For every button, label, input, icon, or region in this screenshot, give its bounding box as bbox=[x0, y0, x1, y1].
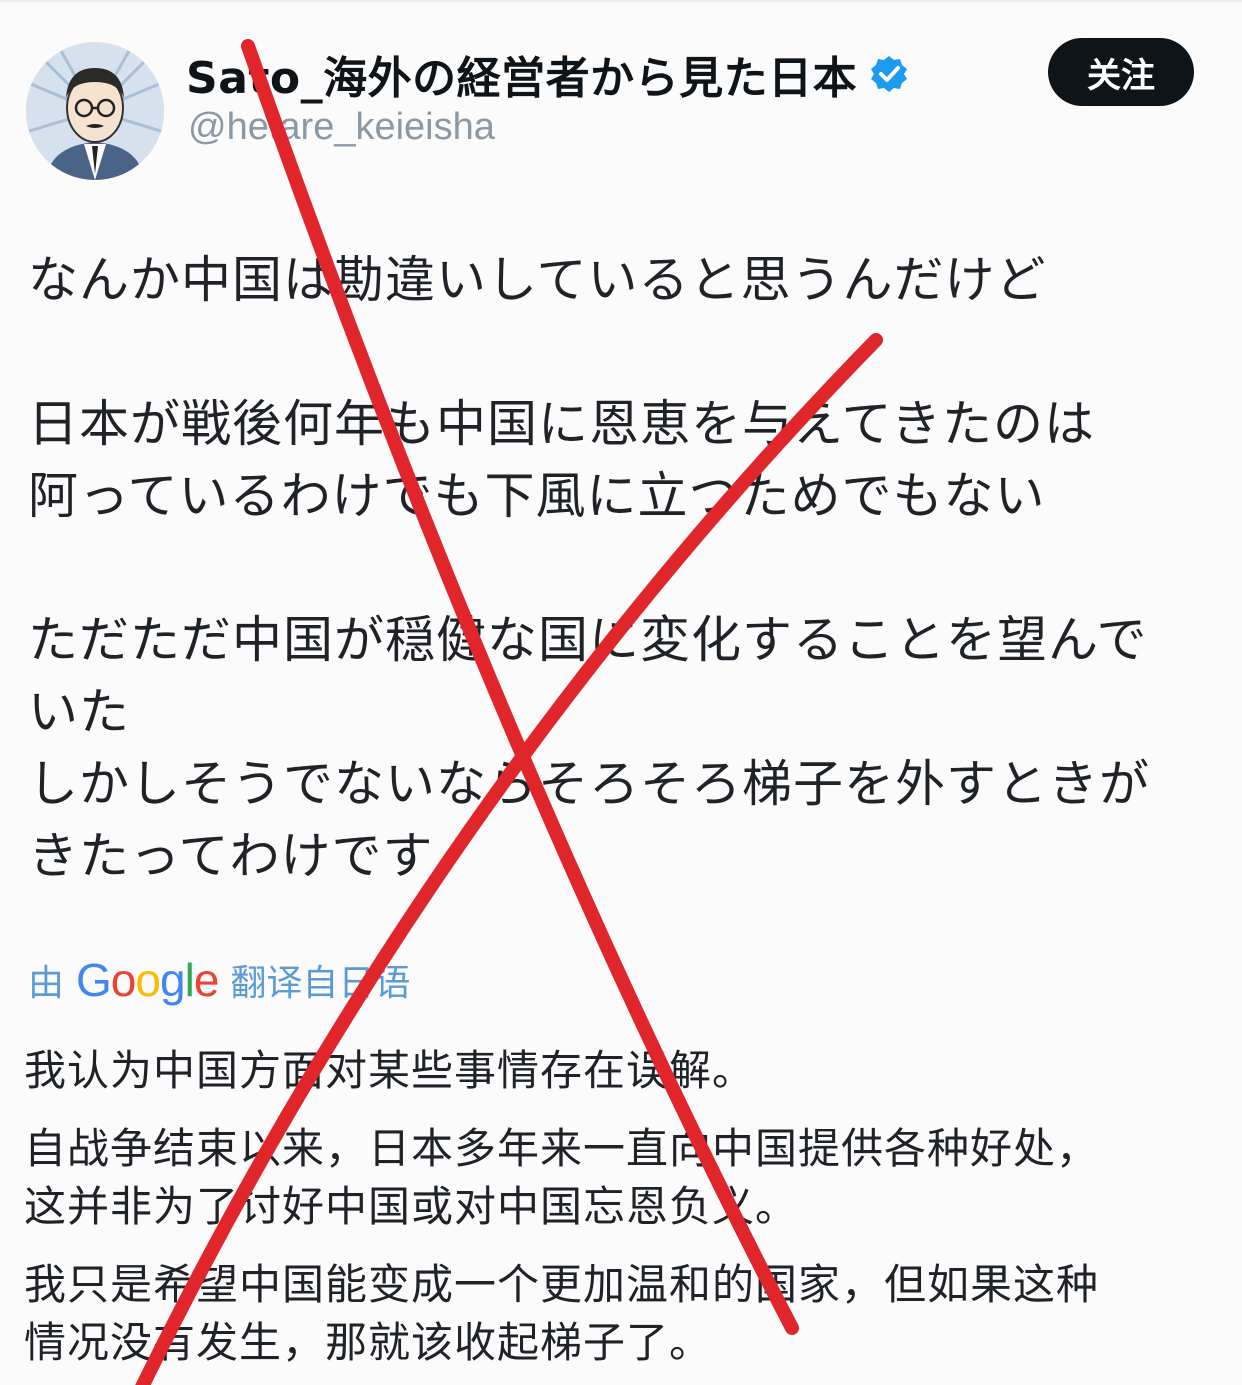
translation-line: 我只是希望中国能变成一个更加温和的国家，但如果这种 bbox=[24, 1260, 1100, 1309]
tweet-card: Sato_海外の経営者から見た日本 @hetare_keieisha 关注 なん… bbox=[0, 0, 1242, 1385]
follow-button[interactable]: 关注 bbox=[1048, 38, 1194, 106]
user-handle[interactable]: @hetare_keieisha bbox=[188, 106, 495, 149]
tweet-line: いた bbox=[28, 683, 130, 741]
tweet-line: 阿っているわけでも下風に立つためでもない bbox=[28, 467, 1046, 525]
tweet-line: きたってわけです bbox=[28, 827, 434, 885]
translation-line: 这并非为了讨好中国或对中国忘恩负义。 bbox=[24, 1182, 799, 1231]
translation-line: 情况没有发生，那就该收起梯子了。 bbox=[24, 1318, 713, 1367]
avatar-illustration bbox=[26, 42, 164, 180]
tweet-line: 日本が戦後何年も中国に恩恵を与えてきたのは bbox=[28, 395, 1095, 453]
translation-line: 我认为中国方面对某些事情存在误解。 bbox=[24, 1046, 756, 1095]
translation-attribution[interactable]: 由 Google 翻译自日语 bbox=[28, 950, 410, 1010]
verified-badge-icon bbox=[869, 54, 909, 94]
translation-line: 自战争结束以来，日本多年来一直向中国提供各种好处， bbox=[24, 1124, 1100, 1173]
avatar[interactable] bbox=[26, 42, 164, 180]
translate-prefix: 由 bbox=[28, 963, 65, 1004]
name-row: Sato_海外の経営者から見た日本 bbox=[186, 42, 909, 106]
google-logo: Google bbox=[76, 954, 219, 1006]
display-name[interactable]: Sato_海外の経営者から見た日本 bbox=[186, 42, 857, 106]
tweet-line: しかしそうでないならそろそろ梯子を外すときが bbox=[28, 755, 1150, 813]
tweet-line: ただただ中国が穏健な国に変化することを望んで bbox=[28, 611, 1148, 669]
tweet-line: なんか中国は勘違いしていると思うんだけど bbox=[28, 251, 1047, 309]
tweet-text: なんか中国は勘違いしていると思うんだけど 日本が戦後何年も中国に恩恵を与えてきた… bbox=[28, 244, 1218, 892]
translate-suffix: 翻译自日语 bbox=[230, 963, 411, 1004]
translated-text: 我认为中国方面对某些事情存在误解。 自战争结束以来，日本多年来一直向中国提供各种… bbox=[24, 1042, 1224, 1385]
